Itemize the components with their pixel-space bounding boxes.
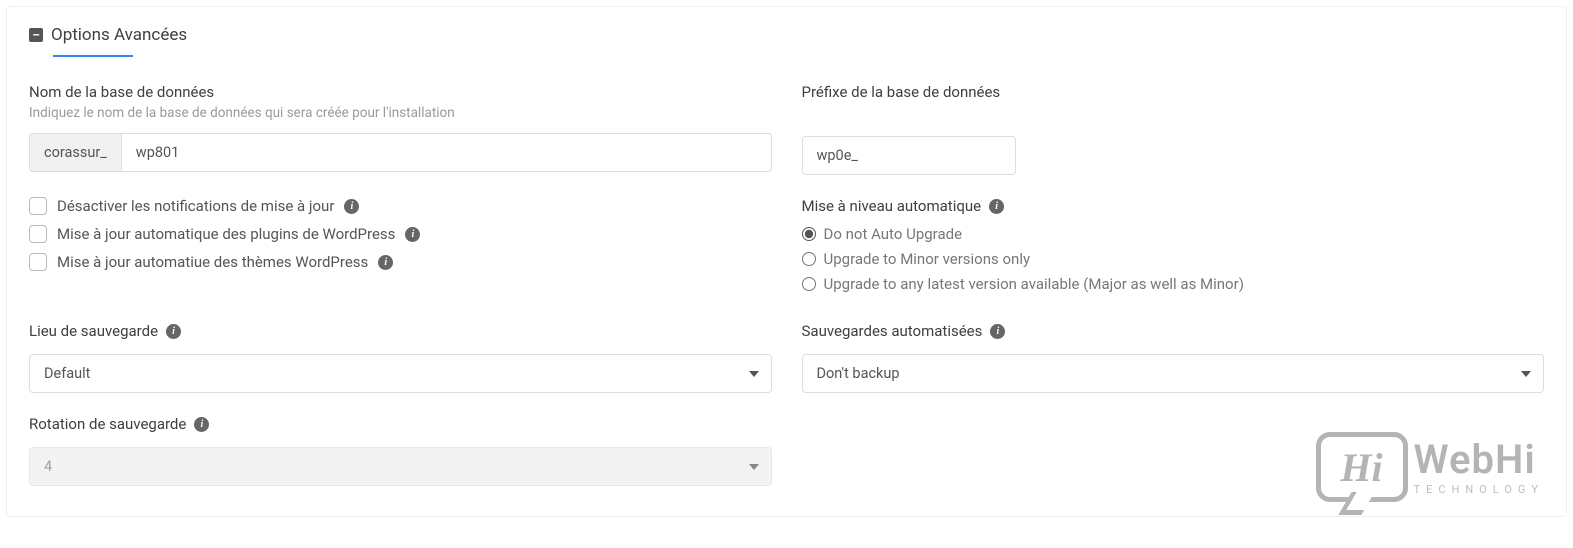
auto-backups-select[interactable]: Don't backup: [802, 354, 1545, 393]
section-header[interactable]: – Options Avancées: [29, 25, 1544, 45]
upgrade-major-label: Upgrade to any latest version available …: [824, 275, 1244, 293]
upgrade-major-radio[interactable]: [802, 277, 816, 291]
header-underline: [53, 55, 133, 57]
db-name-prefix: corassur_: [29, 133, 121, 172]
upgrade-none-radio[interactable]: [802, 227, 816, 241]
empty-cell: [802, 415, 1545, 486]
auto-backups-label: Sauvegardes automatisées i: [802, 322, 1545, 340]
upgrade-minor-radio[interactable]: [802, 252, 816, 266]
backup-rotation-select: 4: [29, 447, 772, 486]
upgrade-minor-label: Upgrade to Minor versions only: [824, 250, 1031, 268]
backup-location-select[interactable]: Default: [29, 354, 772, 393]
info-icon[interactable]: i: [989, 199, 1004, 214]
auto-upgrade-label: Mise à niveau automatique i: [802, 197, 1545, 215]
collapse-icon[interactable]: –: [29, 28, 43, 42]
backup-rotation-field: Rotation de sauvegarde i 4: [29, 415, 772, 486]
upgrade-none-row[interactable]: Do not Auto Upgrade: [802, 225, 1545, 243]
disable-update-notif-row: Désactiver les notifications de mise à j…: [29, 197, 772, 215]
db-prefix-field: Préfixe de la base de données: [802, 83, 1545, 175]
auto-update-themes-checkbox[interactable]: [29, 253, 47, 271]
form-grid: Nom de la base de données Indiquez le no…: [29, 83, 1544, 486]
section-title: Options Avancées: [51, 25, 187, 45]
info-icon[interactable]: i: [344, 199, 359, 214]
info-icon[interactable]: i: [405, 227, 420, 242]
info-icon[interactable]: i: [990, 324, 1005, 339]
db-name-field: Nom de la base de données Indiquez le no…: [29, 83, 772, 175]
auto-update-themes-row: Mise à jour automatiue des thèmes WordPr…: [29, 253, 772, 271]
db-name-help: Indiquez le nom de la base de données qu…: [29, 105, 772, 121]
db-prefix-input[interactable]: [802, 136, 1016, 175]
info-icon[interactable]: i: [194, 417, 209, 432]
auto-update-themes-label: Mise à jour automatiue des thèmes WordPr…: [57, 253, 368, 271]
backup-rotation-label: Rotation de sauvegarde i: [29, 415, 772, 433]
disable-update-notif-checkbox[interactable]: [29, 197, 47, 215]
db-name-input[interactable]: [121, 133, 772, 172]
disable-update-notif-label: Désactiver les notifications de mise à j…: [57, 197, 334, 215]
auto-backups-field: Sauvegardes automatisées i Don't backup: [802, 322, 1545, 393]
backup-location-label: Lieu de sauvegarde i: [29, 322, 772, 340]
advanced-options-panel: – Options Avancées Nom de la base de don…: [6, 6, 1567, 517]
info-icon[interactable]: i: [378, 255, 393, 270]
update-checkboxes: Désactiver les notifications de mise à j…: [29, 197, 772, 300]
auto-update-plugins-row: Mise à jour automatique des plugins de W…: [29, 225, 772, 243]
db-prefix-label: Préfixe de la base de données: [802, 83, 1545, 101]
upgrade-minor-row[interactable]: Upgrade to Minor versions only: [802, 250, 1545, 268]
info-icon[interactable]: i: [166, 324, 181, 339]
auto-upgrade-field: Mise à niveau automatique i Do not Auto …: [802, 197, 1545, 300]
upgrade-none-label: Do not Auto Upgrade: [824, 225, 963, 243]
auto-update-plugins-checkbox[interactable]: [29, 225, 47, 243]
backup-location-field: Lieu de sauvegarde i Default: [29, 322, 772, 393]
auto-update-plugins-label: Mise à jour automatique des plugins de W…: [57, 225, 395, 243]
upgrade-major-row[interactable]: Upgrade to any latest version available …: [802, 275, 1545, 293]
db-name-label: Nom de la base de données: [29, 83, 772, 101]
db-name-input-group: corassur_: [29, 133, 772, 172]
